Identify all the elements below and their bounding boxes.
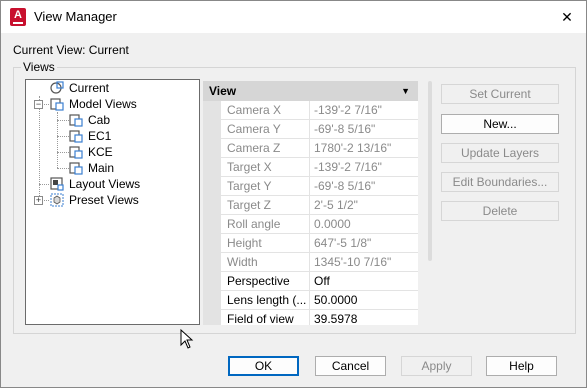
property-value: -139'-2 7/16"	[314, 160, 382, 174]
set-current-button[interactable]: Set Current	[441, 84, 559, 104]
property-name: Perspective	[221, 272, 310, 291]
tree-item-model-views[interactable]: − Model Views	[26, 96, 199, 112]
property-name: Camera Z	[221, 139, 310, 158]
tree-item-current[interactable]: Current	[26, 80, 199, 96]
tree-item-label: Layout Views	[69, 177, 141, 191]
property-name: Camera Y	[221, 120, 310, 139]
apply-button[interactable]: Apply	[401, 356, 472, 376]
mouse-pointer-icon	[180, 329, 194, 349]
views-group-label: Views	[21, 60, 57, 74]
tree-item-main[interactable]: Main	[26, 160, 199, 176]
property-value: -69'-8 5/16"	[314, 179, 376, 193]
property-value: -69'-8 5/16"	[314, 122, 376, 136]
property-row-perspective[interactable]: Perspective Off	[221, 272, 418, 291]
property-row-target-y: Target Y -69'-8 5/16"	[221, 177, 418, 196]
dialog-title: View Manager	[34, 9, 117, 24]
property-value: -139'-2 7/16"	[314, 103, 382, 117]
property-name: Target X	[221, 158, 310, 177]
category-title: View	[209, 84, 237, 98]
cancel-button[interactable]: Cancel	[315, 356, 386, 376]
property-name: Lens length (...	[221, 291, 310, 310]
tree-item-label: Preset Views	[69, 193, 139, 207]
property-name: Field of view	[221, 310, 310, 325]
properties-scrollbar[interactable]	[428, 81, 432, 261]
tree-item-label: Model Views	[69, 97, 137, 111]
tree-item-layout-views[interactable]: Layout Views	[26, 176, 199, 192]
property-row-field-of-view[interactable]: Field of view 39.5978	[221, 310, 418, 325]
collapse-icon[interactable]: −	[34, 100, 43, 109]
property-value: 2'-5 1/2"	[314, 198, 358, 212]
property-row-lens-length[interactable]: Lens length (... 50.0000	[221, 291, 418, 310]
new-view-button[interactable]: New...	[441, 114, 559, 134]
named-view-icon	[69, 162, 83, 175]
property-name: Roll angle	[221, 215, 310, 234]
property-row-roll-angle: Roll angle 0.0000	[221, 215, 418, 234]
tree-item-label: Cab	[88, 113, 111, 127]
property-row-height: Height 647'-5 1/8"	[221, 234, 418, 253]
chevron-down-icon[interactable]: ▼	[401, 81, 410, 101]
property-value: 1345'-10 7/16"	[314, 255, 392, 269]
tree-item-label: KCE	[88, 145, 113, 159]
expand-icon[interactable]: +	[34, 196, 43, 205]
property-row-width: Width 1345'-10 7/16"	[221, 253, 418, 272]
tree-item-label: Main	[88, 161, 115, 175]
tree-item-cab[interactable]: Cab	[26, 112, 199, 128]
help-button[interactable]: Help	[486, 356, 557, 376]
tree-item-label: Current	[69, 81, 110, 95]
title-bar: A View Manager ✕	[1, 1, 586, 33]
tree-item-ec1[interactable]: EC1	[26, 128, 199, 144]
app-icon-letter: A	[14, 9, 22, 21]
named-view-icon	[69, 146, 83, 159]
property-value[interactable]: 39.5978	[314, 310, 357, 325]
tree-item-kce[interactable]: KCE	[26, 144, 199, 160]
delete-button[interactable]: Delete	[441, 201, 559, 221]
update-layers-button[interactable]: Update Layers	[441, 143, 559, 163]
property-row-camera-y: Camera Y -69'-8 5/16"	[221, 120, 418, 139]
named-view-icon	[69, 114, 83, 127]
property-value[interactable]: 50.0000	[314, 291, 357, 310]
edit-boundaries-button[interactable]: Edit Boundaries...	[441, 172, 559, 192]
current-view-icon	[50, 81, 64, 94]
tree-item-preset-views[interactable]: + Preset Views	[26, 192, 199, 208]
properties-category-header[interactable]: View ▼	[203, 81, 418, 101]
property-name: Camera X	[221, 101, 310, 120]
property-value: 0.0000	[314, 217, 351, 231]
named-view-icon	[69, 130, 83, 143]
ok-button[interactable]: OK	[228, 356, 299, 376]
layout-views-icon	[50, 177, 64, 191]
property-value[interactable]: Off	[314, 272, 330, 291]
property-name: Width	[221, 253, 310, 272]
property-row-camera-z: Camera Z 1780'-2 13/16"	[221, 139, 418, 158]
properties-gutter	[203, 101, 221, 325]
property-row-target-x: Target X -139'-2 7/16"	[221, 158, 418, 177]
current-view-label: Current View: Current	[13, 43, 129, 57]
property-name: Height	[221, 234, 310, 253]
preset-views-icon	[50, 193, 64, 207]
property-name: Target Y	[221, 177, 310, 196]
close-icon: ✕	[561, 9, 573, 25]
views-tree[interactable]: Current − Model Views Cab EC1 KCE Main L…	[25, 79, 200, 325]
autocad-app-icon: A	[10, 8, 26, 26]
tree-item-label: EC1	[88, 129, 112, 143]
view-manager-dialog: A View Manager ✕ Current View: Current V…	[0, 0, 587, 388]
property-name: Target Z	[221, 196, 310, 215]
view-properties-panel[interactable]: View ▼ Camera X -139'-2 7/16" Camera Y -…	[203, 81, 418, 325]
model-views-icon	[50, 98, 64, 111]
close-button[interactable]: ✕	[554, 5, 580, 29]
property-value: 647'-5 1/8"	[314, 236, 372, 250]
property-row-camera-x: Camera X -139'-2 7/16"	[221, 101, 418, 120]
property-row-target-z: Target Z 2'-5 1/2"	[221, 196, 418, 215]
property-value: 1780'-2 13/16"	[314, 141, 392, 155]
